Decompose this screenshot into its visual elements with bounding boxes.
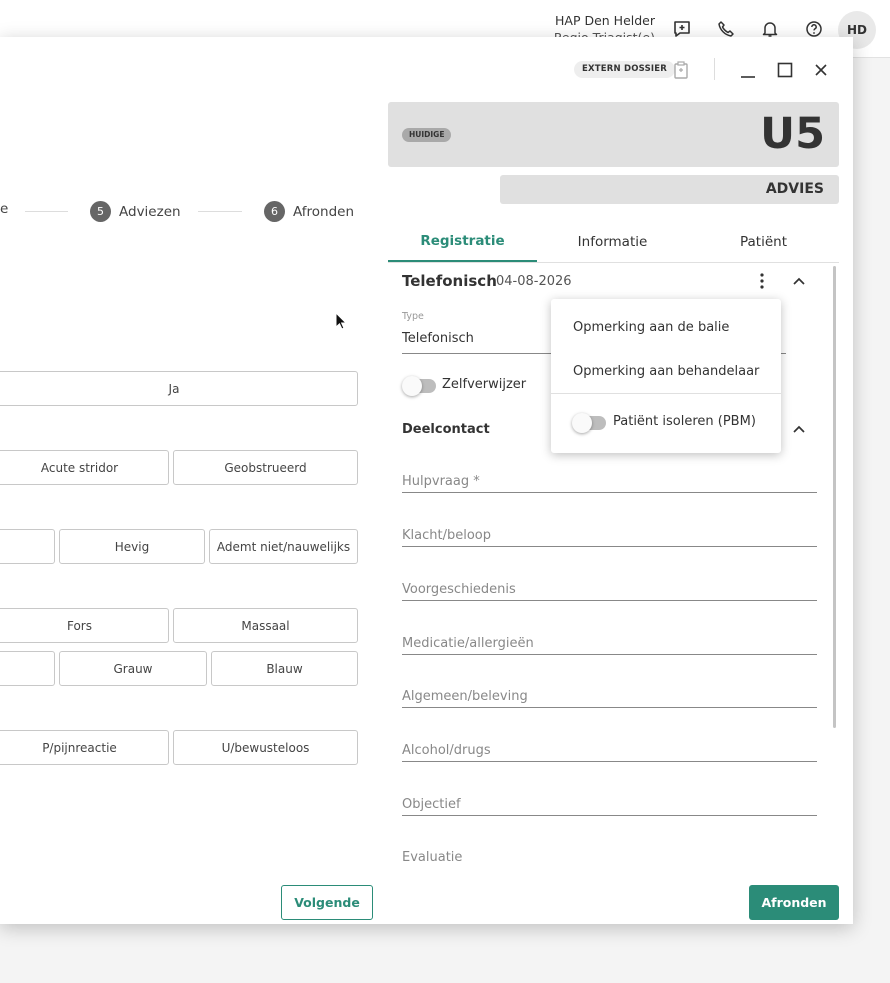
- chevron-up-icon[interactable]: [789, 419, 809, 439]
- clipboard-icon[interactable]: [672, 60, 690, 80]
- evaluatie-field[interactable]: Evaluatie: [402, 850, 462, 865]
- close-icon[interactable]: [811, 60, 831, 80]
- option-button[interactable]: Hevig: [59, 529, 205, 564]
- menu-item-balie[interactable]: Opmerking aan de balie: [573, 320, 729, 335]
- menu-divider: [551, 393, 781, 394]
- advice-label: ADVIES: [500, 175, 839, 204]
- option-button[interactable]: Ademt niet/nauwelijks: [209, 529, 358, 564]
- option-button[interactable]: Blauw: [211, 651, 358, 686]
- option-button[interactable]: Acute stridor: [0, 450, 169, 485]
- field-underline: [402, 600, 817, 601]
- option-button[interactable]: Fors: [0, 608, 169, 643]
- isoleren-label: Patiënt isoleren (PBM): [613, 414, 756, 429]
- extern-dossier-button[interactable]: EXTERN DOSSIER: [574, 61, 676, 78]
- medicatie-field[interactable]: Medicatie/allergieën: [402, 636, 534, 651]
- organization-name: HAP Den Helder: [555, 13, 655, 28]
- field-underline: [402, 707, 817, 708]
- tab-patient[interactable]: Patiënt: [688, 222, 839, 262]
- type-select[interactable]: Telefonisch: [402, 331, 474, 346]
- zelfverwijzer-toggle[interactable]: [402, 376, 436, 396]
- option-button[interactable]: Ja: [0, 371, 358, 406]
- alcohol-field[interactable]: Alcohol/drugs: [402, 743, 491, 758]
- option-button[interactable]: [0, 651, 55, 686]
- type-label: Type: [402, 311, 424, 322]
- deelcontact-title: Deelcontact: [402, 422, 490, 437]
- step-connector: [198, 211, 242, 212]
- urgency-badge: HUIDIGE: [402, 128, 452, 142]
- option-button[interactable]: Geobstrueerd: [173, 450, 358, 485]
- contact-title: Telefonisch: [402, 272, 497, 290]
- step-adviezen[interactable]: 5 Adviezen: [90, 201, 181, 222]
- next-button[interactable]: Volgende: [281, 885, 373, 920]
- tab-registratie[interactable]: Registratie: [388, 222, 537, 262]
- step-label: Afronden: [293, 203, 355, 220]
- step-connector: [25, 211, 68, 212]
- step-number: 6: [264, 201, 285, 222]
- option-button[interactable]: U/bewusteloos: [173, 730, 358, 765]
- mouse-cursor-icon: [335, 311, 348, 334]
- tab-informatie[interactable]: Informatie: [537, 222, 688, 262]
- tab-divider: [388, 262, 839, 263]
- context-menu: Opmerking aan de balie Opmerking aan beh…: [551, 299, 781, 453]
- toolbar-divider: [714, 58, 715, 80]
- step-number: 5: [90, 201, 111, 222]
- type-underline: [402, 353, 552, 354]
- field-underline: [402, 492, 817, 493]
- field-underline: [402, 761, 817, 762]
- finish-button[interactable]: Afronden: [749, 885, 839, 920]
- more-vert-icon[interactable]: [752, 271, 772, 291]
- contact-date: 04-08-2026: [496, 274, 572, 289]
- minimize-icon[interactable]: [738, 60, 758, 80]
- menu-item-behandelaar[interactable]: Opmerking aan behandelaar: [573, 364, 759, 379]
- field-underline: [402, 654, 817, 655]
- chevron-up-icon[interactable]: [789, 271, 809, 291]
- urgency-code: U5: [760, 109, 825, 159]
- field-underline: [402, 815, 817, 816]
- option-button[interactable]: Grauw: [59, 651, 207, 686]
- scrollbar[interactable]: [833, 266, 836, 728]
- step-afronden[interactable]: 6 Afronden: [264, 201, 354, 222]
- field-underline: [402, 546, 817, 547]
- step-label: Adviezen: [119, 203, 181, 220]
- step-partial-label: e: [0, 201, 9, 217]
- option-button[interactable]: P/pijnreactie: [0, 730, 169, 765]
- klacht-field[interactable]: Klacht/beloop: [402, 528, 491, 543]
- isoleren-toggle[interactable]: [572, 413, 606, 433]
- algemeen-field[interactable]: Algemeen/beleving: [402, 689, 528, 704]
- hulpvraag-field[interactable]: Hulpvraag *: [402, 474, 480, 489]
- option-button[interactable]: [0, 529, 55, 564]
- objectief-field[interactable]: Objectief: [402, 797, 461, 812]
- voorgeschiedenis-field[interactable]: Voorgeschiedenis: [402, 582, 516, 597]
- option-button[interactable]: Massaal: [173, 608, 358, 643]
- zelfverwijzer-label: Zelfverwijzer: [442, 377, 527, 392]
- maximize-icon[interactable]: [775, 60, 795, 80]
